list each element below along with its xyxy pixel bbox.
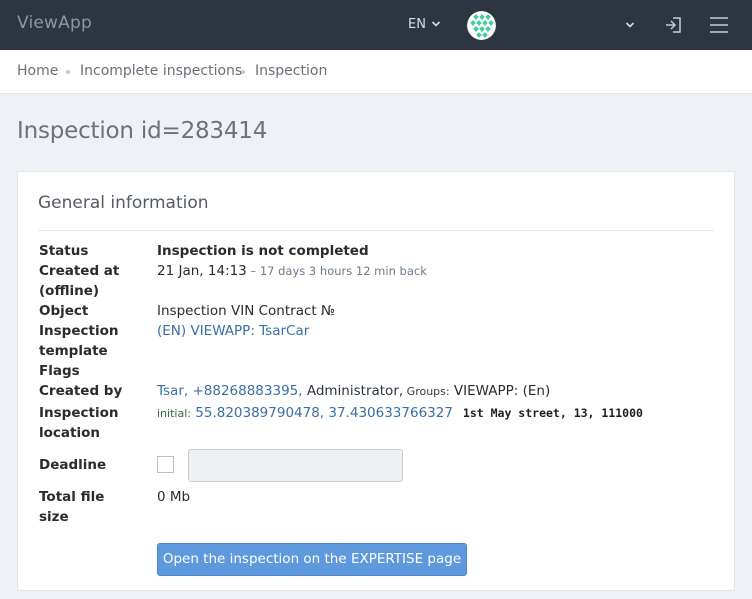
created-at-label: Created at (offline) (39, 263, 120, 299)
divider (38, 230, 714, 231)
status-label: Status (39, 243, 89, 259)
created-ago: – 17 days 3 hours 12 min back (246, 264, 427, 278)
breadcrumb: Home Incomplete inspections Inspection (0, 50, 752, 94)
breadcrumb-home[interactable]: Home (17, 63, 58, 79)
hamburger-menu-icon[interactable] (709, 16, 729, 34)
created-by-user-link[interactable]: Tsar, +88268883395, (157, 383, 303, 399)
deadline-checkbox[interactable] (157, 456, 174, 473)
location-address: 1st May street, 13, 111000 (462, 406, 643, 420)
object-label: Object (39, 303, 89, 319)
created-date: 21 Jan, 14:13 (157, 263, 247, 279)
created-at-value: 21 Jan, 14:13 – 17 days 3 hours 12 min b… (157, 261, 427, 281)
open-expertise-button[interactable]: Open the inspection on the EXPERTISE pag… (157, 543, 467, 576)
breadcrumb-separator (241, 70, 245, 74)
groups-label: Groups: (403, 385, 450, 398)
location-coords-link[interactable]: 55.820389790478, 37.430633766327 (191, 405, 453, 421)
file-size-value: 0 Mb (157, 489, 191, 505)
language-selector[interactable]: EN (408, 17, 426, 32)
page-title: Inspection id=283414 (17, 118, 268, 144)
file-size-label: Total file size (39, 489, 105, 525)
avatar[interactable] (467, 11, 496, 40)
template-label: Inspection template (39, 323, 119, 359)
chevron-down-icon[interactable] (431, 19, 441, 29)
deadline-input[interactable] (188, 449, 403, 482)
created-by-value: Tsar, +88268883395, Administrator, Group… (157, 381, 550, 402)
chevron-down-icon[interactable] (625, 20, 635, 30)
object-value: Inspection VIN Contract № (157, 303, 336, 319)
breadcrumb-separator (66, 70, 70, 74)
template-link[interactable]: (EN) VIEWAPP: TsarCar (157, 321, 309, 341)
created-by-role: Administrator, (302, 383, 404, 399)
flags-label: Flags (39, 363, 80, 379)
status-value: Inspection is not completed (157, 243, 369, 259)
location-value: initial: 55.820389790478, 37.43063376632… (157, 403, 643, 424)
logout-icon[interactable] (664, 15, 684, 35)
top-navbar: ViewApp EN (0, 0, 752, 50)
breadcrumb-current: Inspection (255, 63, 328, 79)
general-info-card: General information Status Inspection is… (17, 171, 735, 591)
location-label: Inspection location (39, 405, 119, 441)
card-title: General information (38, 193, 209, 213)
groups-value: VIEWAPP: (En) (449, 383, 551, 399)
deadline-label: Deadline (39, 457, 107, 473)
breadcrumb-incomplete-inspections[interactable]: Incomplete inspections (80, 63, 242, 79)
location-initial-label: initial: (157, 407, 191, 420)
brand-logo[interactable]: ViewApp (17, 13, 92, 33)
created-by-label: Created by (39, 383, 123, 399)
